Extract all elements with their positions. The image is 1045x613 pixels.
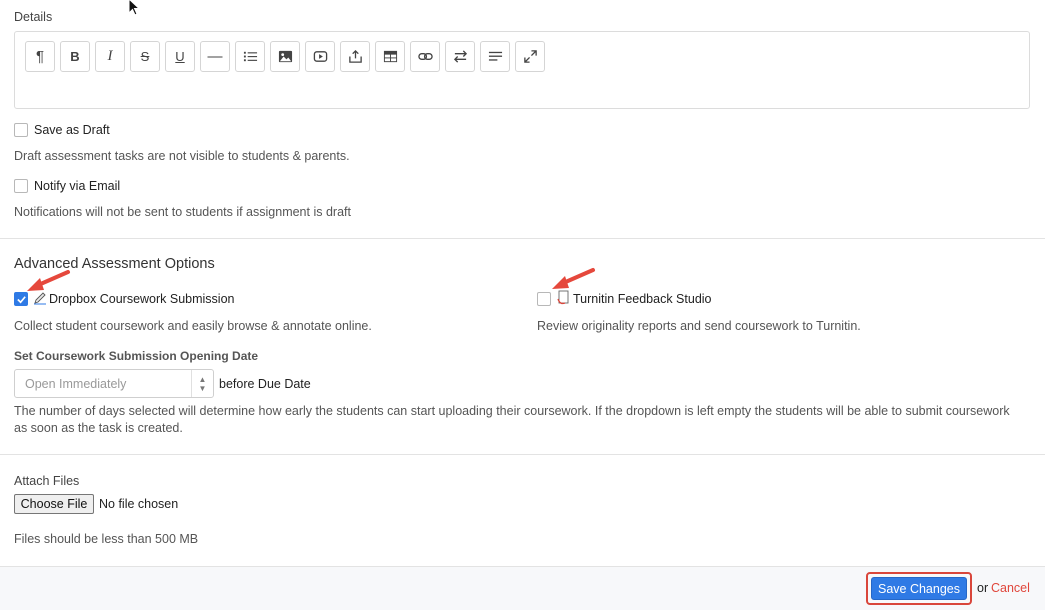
details-label: Details — [14, 10, 53, 24]
editor-toolbar: ¶ B I S U — — [25, 41, 545, 72]
choose-file-button[interactable]: Choose File — [14, 494, 94, 514]
opening-date-help-text: The number of days selected will determi… — [14, 404, 1010, 435]
italic-button[interactable]: I — [95, 41, 125, 72]
image-icon — [278, 50, 292, 63]
bold-icon: B — [70, 49, 80, 64]
chevron-down-icon: ▼ — [198, 383, 207, 393]
align-icon — [488, 51, 502, 61]
save-as-draft-checkbox[interactable] — [14, 123, 28, 137]
draft-help-text: Draft assessment tasks are not visible t… — [14, 149, 350, 163]
chevron-up-icon: ▲ — [198, 374, 207, 384]
turnitin-checkbox[interactable] — [537, 292, 551, 306]
before-due-date-text: before Due Date — [219, 377, 311, 391]
or-text: or — [977, 581, 989, 595]
notify-help-text: Notifications will not be sent to studen… — [14, 205, 351, 219]
turnitin-icon — [557, 290, 569, 305]
notify-email-checkbox[interactable] — [14, 179, 28, 193]
notify-email-label: Notify via Email — [34, 179, 121, 193]
opening-date-select[interactable]: Open Immediately ▲ ▼ — [14, 369, 214, 398]
opening-date-value: Open Immediately — [25, 377, 127, 391]
align-button[interactable] — [480, 41, 510, 72]
link-button[interactable] — [410, 41, 440, 72]
attach-help-text: Files should be less than 500 MB — [14, 532, 199, 546]
dropbox-help-text: Collect student coursework and easily br… — [14, 319, 372, 333]
attach-files-label: Attach Files — [14, 474, 80, 488]
table-button[interactable] — [375, 41, 405, 72]
save-as-draft-label: Save as Draft — [34, 123, 110, 137]
fullscreen-icon — [523, 50, 537, 63]
underline-button[interactable]: U — [165, 41, 195, 72]
turnitin-label: Turnitin Feedback Studio — [573, 292, 712, 306]
upload-icon — [348, 49, 362, 63]
strikethrough-icon: S — [140, 49, 150, 64]
annotation-arrow-icon — [27, 270, 70, 291]
link-icon — [417, 53, 433, 60]
bold-button[interactable]: B — [60, 41, 90, 72]
save-highlight: Save Changes — [866, 572, 972, 605]
dropbox-label: Dropbox Coursework Submission — [49, 292, 235, 306]
video-icon — [313, 51, 327, 62]
paragraph-icon: ¶ — [35, 48, 45, 65]
table-icon — [383, 50, 397, 63]
mouse-cursor-icon — [128, 0, 141, 16]
list-button[interactable] — [235, 41, 265, 72]
section-divider — [0, 454, 1045, 455]
annotation-arrow-icon — [552, 268, 595, 289]
turnitin-help-text: Review originality reports and send cour… — [537, 319, 861, 333]
save-changes-button[interactable]: Save Changes — [871, 577, 967, 600]
cancel-link[interactable]: Cancel — [991, 581, 1030, 595]
image-button[interactable] — [270, 41, 300, 72]
underline-icon: U — [175, 49, 185, 64]
paragraph-button[interactable]: ¶ — [25, 41, 55, 72]
upload-button[interactable] — [340, 41, 370, 72]
video-button[interactable] — [305, 41, 335, 72]
italic-icon: I — [107, 48, 113, 64]
pencil-icon — [34, 292, 46, 305]
section-divider — [0, 238, 1045, 239]
horizontal-rule-button[interactable]: — — [200, 41, 230, 72]
details-editor[interactable]: ¶ B I S U — — [14, 31, 1030, 109]
list-icon — [243, 51, 257, 62]
file-status-text: No file chosen — [99, 497, 179, 511]
horizontal-rule-icon: — — [207, 48, 223, 65]
swap-icon — [453, 50, 467, 63]
opening-date-label: Set Coursework Submission Opening Date — [14, 349, 259, 363]
strikethrough-button[interactable]: S — [130, 41, 160, 72]
fullscreen-button[interactable] — [515, 41, 545, 72]
checkmark-icon — [17, 296, 26, 304]
select-arrows: ▲ ▼ — [191, 370, 213, 397]
dropbox-checkbox[interactable] — [14, 292, 28, 306]
swap-button[interactable] — [445, 41, 475, 72]
